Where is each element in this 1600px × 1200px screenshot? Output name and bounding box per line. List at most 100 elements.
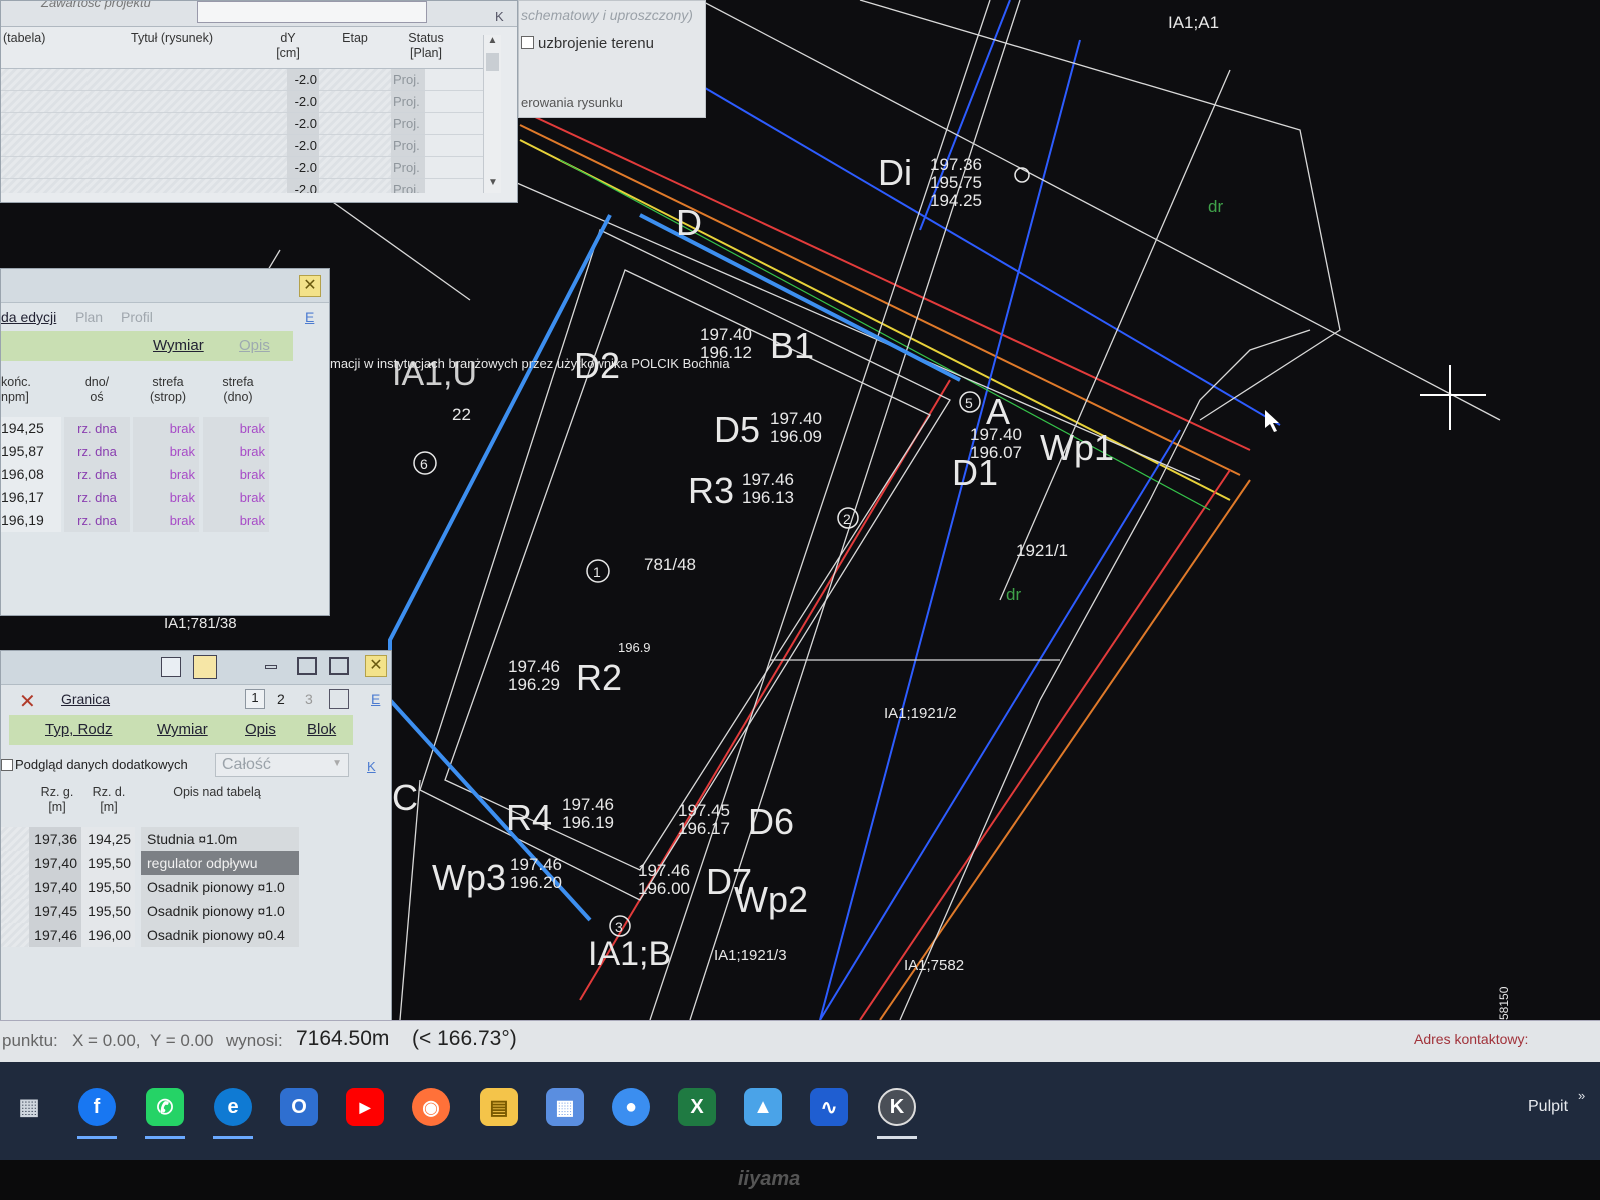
whatsapp-icon[interactable]: ✆	[146, 1088, 184, 1126]
close-button[interactable]: ✕	[299, 275, 321, 297]
restore-icon[interactable]	[297, 657, 317, 675]
pulpit-label[interactable]: Pulpit	[1528, 1098, 1568, 1116]
calculator-icon[interactable]: ▦	[546, 1088, 584, 1126]
table-row[interactable]: -2.0 Proj.	[1, 113, 489, 135]
status-x: X = 0.00,	[72, 1031, 141, 1050]
cell-os: rz. dna	[64, 417, 130, 440]
cell-value: 195,87	[1, 440, 61, 463]
cell-spacer	[1, 851, 29, 875]
cad-road-edge-4	[699, 0, 1501, 421]
cad-side-coordinate: 58150	[1497, 986, 1511, 1020]
close-yellow-button[interactable]: ✕	[365, 655, 387, 677]
task-view-icon[interactable]: ▦	[10, 1088, 48, 1126]
scroll-thumb[interactable]	[486, 53, 499, 71]
cad-label-r3: R3	[688, 470, 734, 511]
cad-app-icon[interactable]: K	[878, 1088, 916, 1126]
screen: Di D D2 B1 D5 R3 D1 R2 R4 D6 Wp3 D7 Wp2 …	[0, 0, 1600, 1160]
table-row[interactable]: -2.0 Proj.	[1, 135, 489, 157]
maximize-icon[interactable]	[329, 657, 349, 675]
cad-label-dr-2: dr	[1006, 585, 1021, 604]
cad-lot-781-48: 781/48	[644, 555, 696, 574]
e-link[interactable]: E	[371, 691, 380, 707]
scroll-up-icon[interactable]: ▲	[484, 35, 501, 51]
table-row[interactable]: -2.0 Proj.	[1, 179, 489, 193]
col-strefa-strop: strefa (strop)	[149, 375, 187, 404]
minimize-icon[interactable]	[265, 665, 277, 669]
cad-label-dr-1: dr	[1208, 197, 1223, 216]
chevron-right-icon[interactable]: »	[1578, 1088, 1585, 1103]
outlook-icon[interactable]: O	[280, 1088, 318, 1126]
cell-strop: brak	[133, 486, 199, 509]
cad-elev-d5-2: 196.09	[770, 427, 822, 446]
zoom-extents-icon[interactable]	[161, 657, 181, 677]
scroll-down-icon[interactable]: ▼	[484, 177, 502, 193]
cad-lot-1921-3: IA1;1921/3	[714, 947, 787, 964]
header-input-box[interactable]	[197, 1, 427, 23]
pan-hand-icon[interactable]	[193, 655, 217, 679]
firefox-icon[interactable]: ◉	[412, 1088, 450, 1126]
table-row[interactable]: 195,87 rz. dna brak brak	[1, 440, 313, 463]
table-row[interactable]: 197,40 195,50 regulator odpływu	[1, 851, 301, 875]
opis-button[interactable]: Opis	[245, 721, 276, 738]
wymiar-button[interactable]: Wymiar	[153, 337, 204, 354]
cad-label-d6: D6	[748, 801, 794, 842]
tab-edit[interactable]: da edycji	[1, 309, 56, 325]
uzbrojenie-checkbox[interactable]	[521, 36, 534, 49]
granica-link[interactable]: Granica	[61, 691, 110, 707]
opis-button[interactable]: Opis	[239, 337, 270, 354]
table-row[interactable]: 196,08 rz. dna brak brak	[1, 463, 313, 486]
page-1-button[interactable]: 1	[245, 689, 265, 709]
cell-dno: brak	[203, 417, 269, 440]
chart-app-icon[interactable]: ∿	[810, 1088, 848, 1126]
facebook-icon[interactable]: f	[78, 1088, 116, 1126]
cell-tabela	[1, 157, 87, 178]
table-row[interactable]: 197,40 195,50 Osadnik pionowy ¤1.0	[1, 875, 301, 899]
table-row[interactable]: -2.0 Proj.	[1, 91, 489, 113]
k-button[interactable]: K	[495, 9, 504, 24]
k-link[interactable]: K	[367, 759, 376, 774]
cad-value-196-9: 196.9	[618, 640, 651, 655]
table-row[interactable]: 196,19 rz. dna brak brak	[1, 509, 313, 532]
drawings-table-scrollbar[interactable]: ▲ ▼	[483, 35, 501, 193]
cad-annotation-text: macji w instytucjach branżowych przez uż…	[330, 356, 730, 371]
close-icon: ✕	[369, 657, 383, 674]
table-row[interactable]: 197,36 194,25 Studnia ¤1.0m	[1, 827, 301, 851]
e-button[interactable]: E	[305, 309, 314, 325]
table-row[interactable]: 197,46 196,00 Osadnik pionowy ¤0.4	[1, 923, 301, 947]
excel-icon[interactable]: X	[678, 1088, 716, 1126]
typ-rodz-button[interactable]: Typ, Rodz	[45, 721, 113, 738]
edit-table-header: końc. npm] dno/ oś strefa (strop) strefa…	[1, 375, 311, 415]
browser-icon[interactable]: ●	[612, 1088, 650, 1126]
taskbar-active-cad	[877, 1136, 917, 1139]
table-row[interactable]: -2.0 Proj.	[1, 69, 489, 91]
cell-dno: brak	[203, 486, 269, 509]
tab-plan[interactable]: Plan	[75, 309, 103, 325]
youtube-icon[interactable]: ▶	[346, 1088, 384, 1126]
edge-icon[interactable]: e	[214, 1088, 252, 1126]
delete-x-icon[interactable]: ✕	[19, 689, 36, 714]
scope-select[interactable]: Całość ▼	[215, 753, 349, 777]
table-row[interactable]: 197,45 195,50 Osadnik pionowy ¤1.0	[1, 899, 301, 923]
file-explorer-icon[interactable]: ▤	[480, 1088, 518, 1126]
tab-profil[interactable]: Profil	[121, 309, 153, 325]
table-icon[interactable]	[329, 689, 349, 709]
wymiar-button[interactable]: Wymiar	[157, 721, 208, 738]
preview-checkbox[interactable]	[1, 759, 13, 771]
table-row[interactable]: 196,17 rz. dna brak brak	[1, 486, 313, 509]
blok-button[interactable]: Blok	[307, 721, 336, 738]
cell-tabela	[1, 113, 87, 134]
status-adres-kontaktowy[interactable]: Adres kontaktowy:	[1414, 1031, 1528, 1047]
uzbrojenie-checkbox-row[interactable]: uzbrojenie terenu	[521, 35, 654, 52]
table-row[interactable]: 194,25 rz. dna brak brak	[1, 417, 313, 440]
page-2-button[interactable]: 2	[277, 691, 285, 707]
page-3-button[interactable]: 3	[305, 691, 313, 707]
cell-dy: -2.0	[287, 157, 319, 178]
cad-elev-r2-2: 196.29	[508, 675, 560, 694]
table-row[interactable]: -2.0 Proj.	[1, 157, 489, 179]
photos-icon[interactable]: ▲	[744, 1088, 782, 1126]
layers-options-panel: schematowy i uproszczony) uzbrojenie ter…	[518, 0, 706, 118]
cell-etap	[319, 113, 391, 134]
col-konc: końc. npm]	[1, 375, 31, 404]
attributes-toolbar: Typ, Rodz Wymiar Opis Blok	[9, 715, 353, 745]
status-angle: (< 166.73°)	[412, 1027, 517, 1050]
